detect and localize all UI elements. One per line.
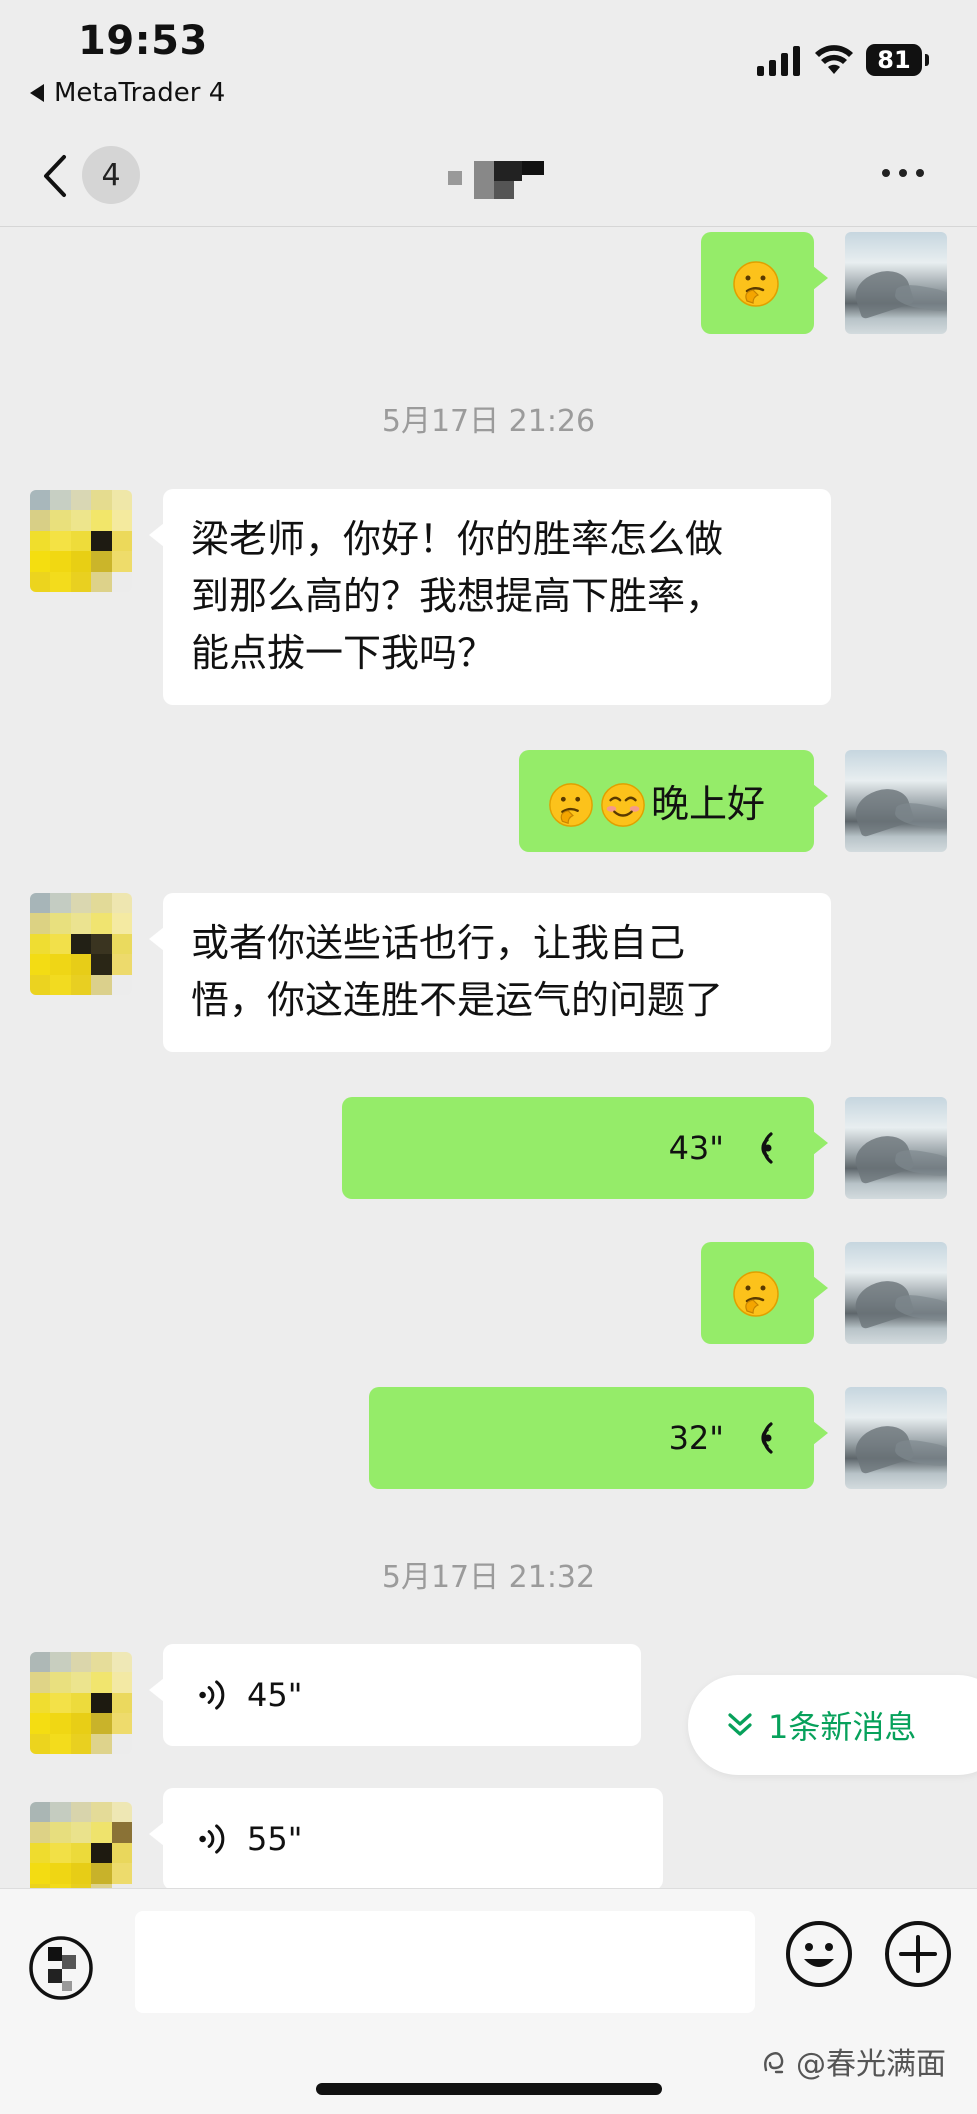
voice-wave-icon (199, 1680, 225, 1710)
voice-toggle-icon (29, 1936, 93, 2000)
outgoing-text-message[interactable]: 晚上好 (519, 750, 828, 852)
more-actions-plus-icon[interactable] (883, 1919, 953, 1989)
outgoing-voice-message[interactable]: 43" (342, 1097, 828, 1199)
chat-timestamp: 5月17日 21:26 (381, 404, 596, 439)
emoji-picker-icon[interactable] (784, 1919, 854, 1989)
voice-wave-icon (761, 1422, 773, 1454)
new-message-button[interactable]: 1条新消息 (688, 1675, 977, 1775)
contact-avatar[interactable] (30, 490, 132, 592)
thinking-face-emoji-icon (549, 782, 593, 827)
message-text: 梁老师，你好！你的胜率怎么做 到那么高的？我想提高下胜率， 能点拔一下我吗？ (191, 517, 724, 675)
voice-duration: 43" (668, 1128, 724, 1167)
watermark-logo-icon (764, 2052, 784, 2074)
my-avatar[interactable] (845, 1242, 947, 1344)
chat-input-bar: @春光满面 (0, 1888, 977, 2114)
voice-duration: 45" (247, 1675, 303, 1714)
contact-avatar[interactable] (30, 893, 132, 995)
contact-avatar[interactable] (30, 1802, 132, 1888)
status-bar: 19:53 MetaTrader 4 81 (0, 0, 977, 125)
chat-message-list[interactable]: 5月17日 21:26 梁老师，你好！你的胜率怎么做 到那么高的？我想提高下胜率… (0, 228, 977, 1888)
my-avatar[interactable] (845, 232, 947, 334)
back-app-label: MetaTrader 4 (54, 78, 226, 108)
chat-header: 4 (0, 125, 977, 227)
outgoing-emoji-message[interactable] (701, 1242, 828, 1344)
my-avatar[interactable] (845, 1387, 947, 1489)
cellular-signal-icon (757, 46, 800, 76)
back-to-app-link[interactable]: MetaTrader 4 (30, 78, 225, 108)
outgoing-emoji-message[interactable] (701, 232, 828, 334)
double-chevron-down-icon (728, 1713, 752, 1736)
battery-indicator: 81 (866, 44, 929, 76)
my-avatar[interactable] (845, 1097, 947, 1199)
outgoing-voice-message[interactable]: 32" (369, 1387, 828, 1489)
incoming-voice-message[interactable]: 45" (149, 1644, 641, 1746)
chevron-left-icon[interactable] (40, 153, 70, 199)
back-triangle-icon (30, 84, 44, 102)
contact-name-pixelated (448, 161, 552, 199)
home-indicator[interactable] (316, 2083, 662, 2095)
status-time: 19:53 (78, 18, 208, 64)
my-avatar[interactable] (845, 750, 947, 852)
incoming-voice-message[interactable]: 55" (149, 1788, 663, 1888)
contact-avatar[interactable] (30, 1652, 132, 1754)
voice-duration: 32" (668, 1418, 724, 1457)
message-text: 或者你送些话也行，让我自己 悟，你这连胜不是运气的问题了 (191, 921, 724, 1022)
watermark: @春光满面 (760, 2039, 946, 2083)
new-message-label: 1条新消息 (768, 1708, 917, 1746)
smiling-face-emoji-icon (601, 782, 645, 827)
voice-input-toggle[interactable] (28, 1935, 94, 2001)
wifi-icon (815, 45, 853, 74)
message-text-input[interactable] (135, 1911, 755, 2013)
voice-wave-icon (199, 1824, 225, 1854)
thinking-face-emoji-icon (733, 261, 779, 307)
unread-count-badge[interactable]: 4 (82, 146, 140, 204)
incoming-text-message[interactable]: 或者你送些话也行，让我自己 悟，你这连胜不是运气的问题了 (149, 893, 831, 1052)
voice-wave-icon (761, 1132, 773, 1164)
thinking-face-emoji-icon (733, 1271, 779, 1317)
voice-duration: 55" (247, 1819, 303, 1858)
more-options-icon[interactable] (882, 169, 924, 177)
message-text: 晚上好 (651, 782, 766, 826)
watermark-text: @春光满面 (796, 2047, 946, 2082)
chat-timestamp: 5月17日 21:32 (381, 1560, 596, 1595)
incoming-text-message[interactable]: 梁老师，你好！你的胜率怎么做 到那么高的？我想提高下胜率， 能点拔一下我吗？ (149, 489, 831, 705)
